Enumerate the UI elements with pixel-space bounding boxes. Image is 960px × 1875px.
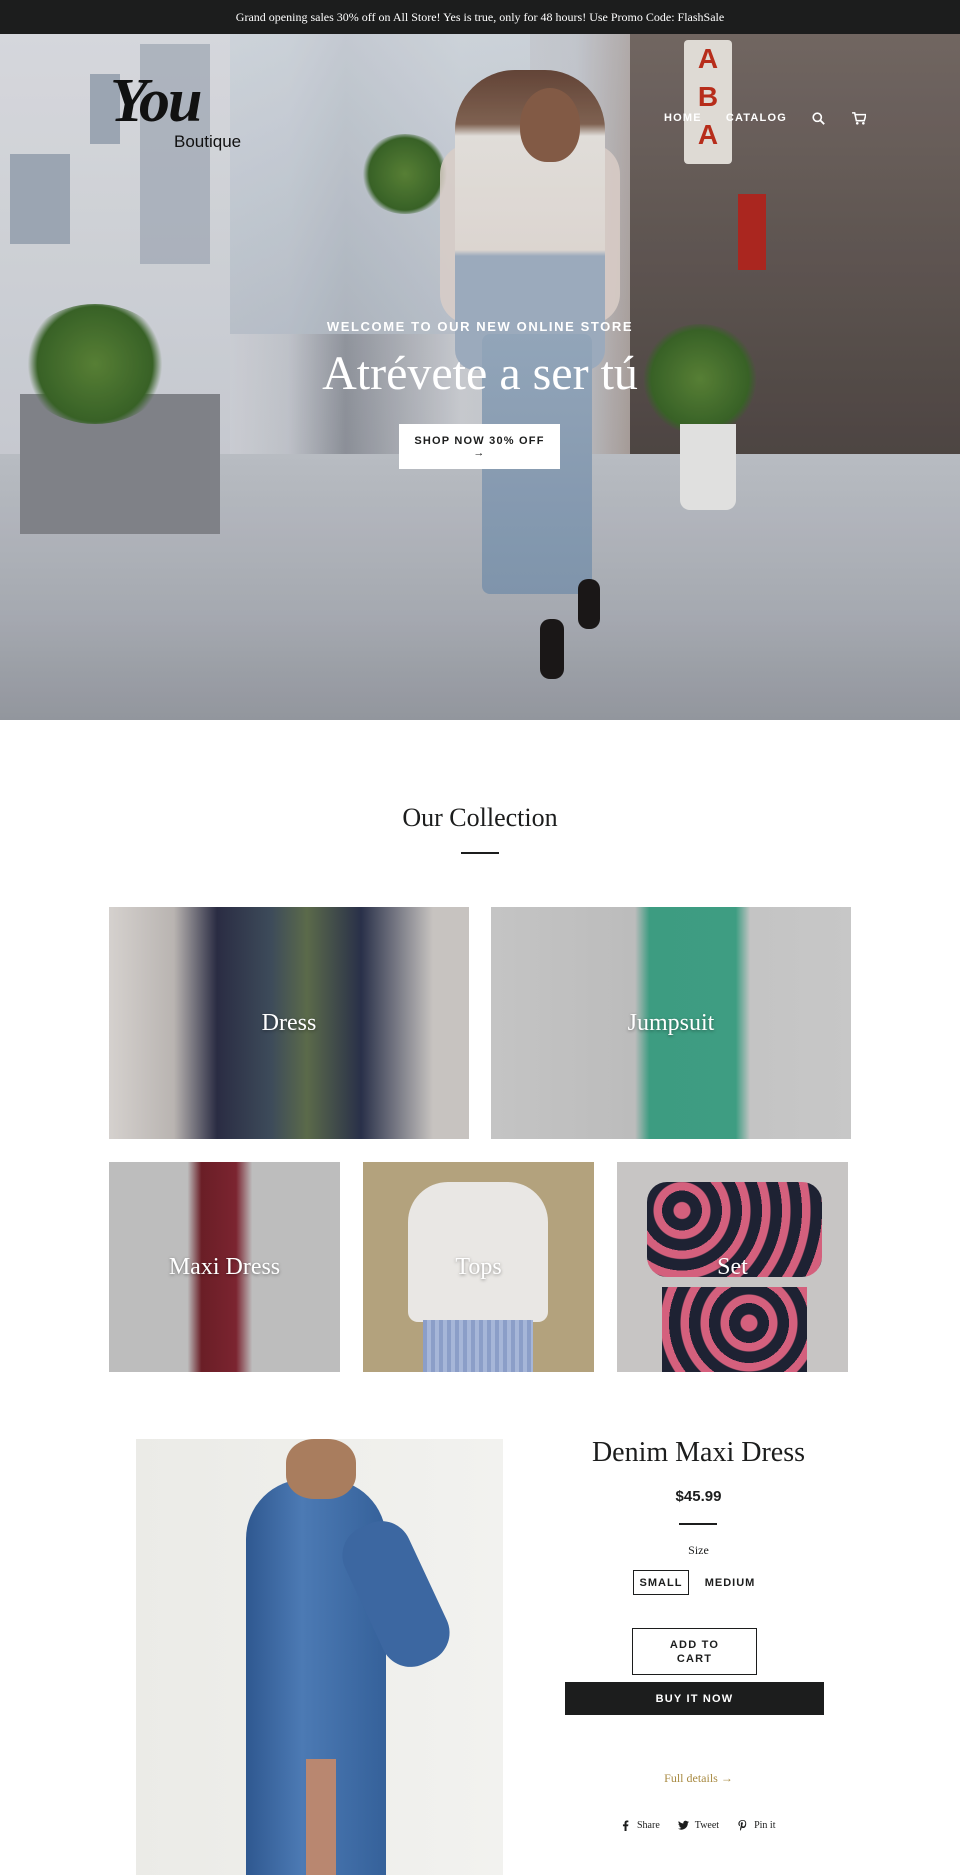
size-option-medium[interactable]: MEDIUM bbox=[697, 1570, 763, 1595]
buy-now-button[interactable]: BUY IT NOW bbox=[565, 1682, 824, 1715]
product-price: $45.99 bbox=[675, 1488, 722, 1505]
nav-catalog[interactable]: CATALOG bbox=[726, 112, 787, 124]
collection-tile-label: Tops bbox=[455, 1253, 502, 1280]
share-facebook-label: Share bbox=[637, 1820, 660, 1831]
collection-tile-label: Dress bbox=[261, 1009, 317, 1036]
share-facebook[interactable]: Share bbox=[620, 1820, 660, 1831]
twitter-icon bbox=[677, 1820, 689, 1830]
collection-tile-maxi-dress[interactable]: Maxi Dress bbox=[109, 1162, 340, 1372]
add-to-cart-button[interactable]: ADD TO CART bbox=[632, 1628, 757, 1675]
product-divider bbox=[679, 1523, 717, 1525]
hero-banner: ABA You Boutique HOME CATALOG WELCOME TO… bbox=[0, 34, 960, 720]
announcement-bar: Grand opening sales 30% off on All Store… bbox=[0, 0, 960, 34]
share-pinterest-label: Pin it bbox=[754, 1820, 776, 1831]
hero-title: Atrévete a ser tú bbox=[322, 347, 638, 400]
share-pinterest[interactable]: Pin it bbox=[737, 1820, 775, 1831]
full-details-label: Full details bbox=[664, 1771, 718, 1785]
share-twitter[interactable]: Tweet bbox=[677, 1820, 720, 1831]
product-image[interactable] bbox=[136, 1439, 503, 1875]
facebook-icon bbox=[622, 1820, 629, 1831]
arrow-right-icon: → bbox=[473, 446, 486, 459]
product-model-head bbox=[286, 1439, 356, 1499]
size-label: Size bbox=[688, 1543, 709, 1557]
collection-tile-label: Maxi Dress bbox=[168, 1253, 281, 1280]
cart-icon[interactable] bbox=[851, 110, 867, 126]
brand-logo-script: You bbox=[110, 67, 202, 135]
arrow-right-icon: → bbox=[720, 1771, 733, 1785]
main-nav: HOME CATALOG bbox=[664, 110, 867, 126]
shop-now-label: SHOP NOW 30% OFF bbox=[414, 434, 545, 447]
announcement-text: Grand opening sales 30% off on All Store… bbox=[235, 9, 725, 24]
nav-home[interactable]: HOME bbox=[664, 112, 702, 124]
product-dress-slit bbox=[306, 1759, 336, 1875]
brand-logo[interactable]: You Boutique bbox=[110, 67, 250, 156]
collection-tile-label: Jumpsuit bbox=[627, 1009, 715, 1036]
collection-tile-tops[interactable]: Tops bbox=[363, 1162, 594, 1372]
full-details-link[interactable]: Full details → bbox=[540, 1771, 857, 1786]
brand-logo-sub: Boutique bbox=[174, 132, 242, 151]
product-title: Denim Maxi Dress bbox=[591, 1437, 806, 1468]
shop-now-button[interactable]: SHOP NOW 30% OFF → bbox=[399, 424, 560, 469]
collection-tile-set[interactable]: Set bbox=[617, 1162, 848, 1372]
share-links: Share Tweet Pin it bbox=[620, 1820, 775, 1831]
collection-tile-label: Set bbox=[717, 1253, 748, 1280]
collection-tile-jumpsuit[interactable]: Jumpsuit bbox=[491, 907, 851, 1139]
collection-heading: Our Collection bbox=[402, 803, 558, 832]
search-icon[interactable] bbox=[811, 110, 827, 126]
size-option-small[interactable]: SMALL bbox=[633, 1570, 689, 1595]
pinterest-icon bbox=[738, 1820, 747, 1831]
share-twitter-label: Tweet bbox=[694, 1820, 720, 1831]
hero-subtitle: WELCOME TO OUR NEW ONLINE STORE bbox=[326, 319, 634, 334]
collection-divider bbox=[461, 852, 499, 854]
collection-tile-dress[interactable]: Dress bbox=[109, 907, 469, 1139]
